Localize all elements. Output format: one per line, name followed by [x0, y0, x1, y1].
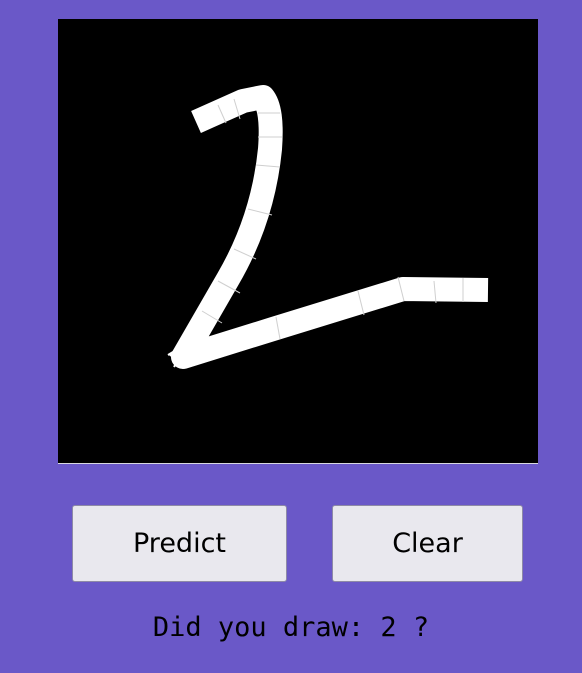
drawing-canvas[interactable] [58, 19, 538, 464]
predict-button[interactable]: Predict [72, 505, 287, 582]
clear-button-label: Clear [392, 528, 463, 559]
clear-button[interactable]: Clear [332, 505, 523, 582]
prediction-result-text: Did you draw: 2 ? [152, 612, 430, 643]
handwritten-digit-drawing [167, 85, 489, 369]
predict-button-label: Predict [133, 528, 226, 559]
